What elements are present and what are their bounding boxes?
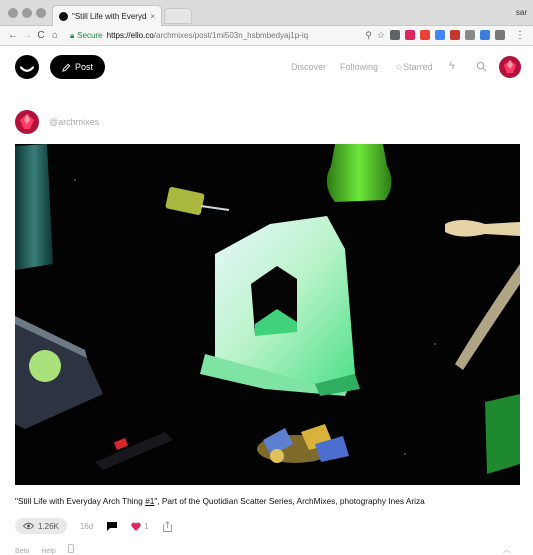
author-avatar[interactable] [15,110,39,134]
extension-icon[interactable] [390,30,400,40]
gray-extension-icon[interactable] [465,30,475,40]
browser-tab-bar: "Still Life with Everyday Arch T × sar [0,0,533,26]
ello-logo-icon[interactable] [15,55,39,79]
search-icon[interactable] [476,59,487,77]
eye-icon [23,522,34,530]
heart-icon [131,522,141,531]
browser-profile-name[interactable]: sar [516,8,527,17]
footer-help-link[interactable]: Help [41,548,55,555]
bookmark-star-icon[interactable]: ☆ [377,30,385,41]
post-caption: "Still Life with Everyday Arch Thing #1"… [15,496,520,506]
window-close-control[interactable] [8,8,18,18]
post-button-label: Post [74,62,93,72]
mobile-device-icon[interactable] [67,544,74,555]
tab-close-icon[interactable]: × [150,12,155,21]
notifications-bolt-icon[interactable]: ϟ [449,60,455,72]
love-button[interactable]: 1 [131,521,149,531]
address-bar[interactable]: 🔒︎ Secure https://ello.co /archmixes/pos… [66,28,509,43]
window-minimize-control[interactable] [22,8,32,18]
search-icon[interactable]: ⚲ [365,30,372,41]
post-image[interactable] [15,144,520,485]
footer-beta-link[interactable]: Beta [15,548,29,555]
nav-starred[interactable]: ☆Starred [395,62,433,73]
star-icon: ☆ [395,62,404,72]
still-life-photo [15,144,520,474]
comment-icon [107,521,118,531]
opera-extension-icon[interactable] [420,30,430,40]
back-button[interactable]: ← [6,30,20,41]
caption-hashtag-link[interactable]: #1 [145,496,154,506]
author-username[interactable]: @archmixes [49,117,99,127]
post-timestamp[interactable]: 16d [80,522,93,531]
share-icon [162,520,172,532]
browser-tab-active[interactable]: "Still Life with Everyday Arch T × [52,5,162,26]
views-value: 1.26K [38,521,59,531]
post-button[interactable]: Post [50,55,105,79]
browser-menu-icon[interactable]: ⋮ [513,30,527,41]
url-path: /archmixes/post/1mi503n_hsbmbedyaj1p-iq [153,31,309,40]
forward-button[interactable]: → [20,30,34,41]
share-button[interactable] [162,520,172,532]
bars-extension-icon[interactable] [450,30,460,40]
caption-suffix: ", Part of the Quotidian Scatter Series,… [154,496,425,506]
home-button[interactable]: ⌂ [48,30,62,41]
nav-following[interactable]: Following [340,62,378,72]
ello-header: Post Discover Following ☆Starred ϟ [0,47,533,89]
lock-icon: 🔒︎ [70,30,75,40]
new-tab-button[interactable] [164,8,192,24]
user-avatar[interactable] [499,56,521,78]
post-author[interactable]: @archmixes [15,110,99,134]
post-actions: 1.26K 16d 1 [15,517,172,535]
reload-button[interactable]: C [34,30,48,41]
caption-prefix: "Still Life with Everyday Arch Thing [15,496,146,506]
url-host: https://ello.co [106,31,154,40]
window-maximize-control[interactable] [36,8,46,18]
pinterest-extension-icon[interactable] [405,30,415,40]
views-count[interactable]: 1.26K [15,518,67,534]
ello-favicon-icon [59,11,68,21]
doc-extension-icon[interactable] [435,30,445,40]
comment-button[interactable] [107,521,118,531]
page-footer: Beta Help ︿ [15,544,525,555]
pen-extension-icon[interactable] [480,30,490,40]
nav-starred-label: Starred [403,62,433,72]
secure-label: Secure [77,31,103,40]
nav-discover[interactable]: Discover [291,62,326,72]
camera-extension-icon[interactable] [495,30,505,40]
browser-toolbar: ← → C ⌂ 🔒︎ Secure https://ello.co /archm… [0,26,533,46]
tab-title: "Still Life with Everyday Arch T [72,11,147,21]
pencil-icon [62,63,71,72]
love-count: 1 [144,521,149,531]
chevron-up-icon[interactable]: ︿ [503,544,511,555]
